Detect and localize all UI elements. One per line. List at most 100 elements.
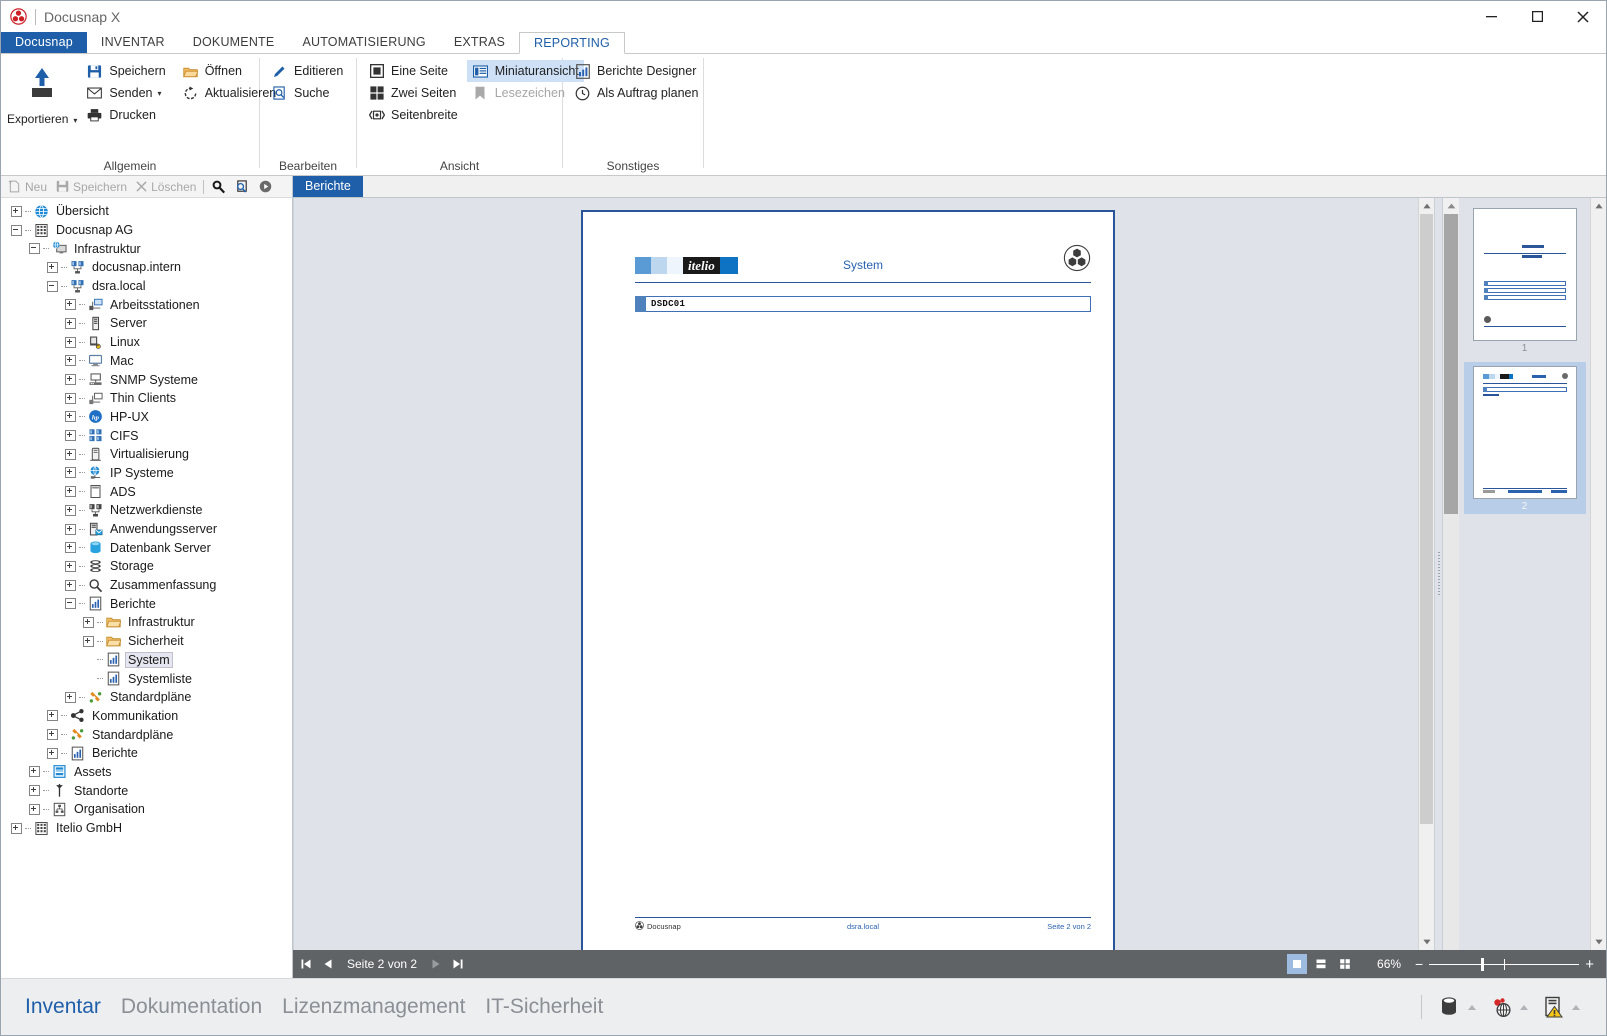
docusnap-logo-icon[interactable] [7,6,29,28]
navigation-tree[interactable]: Übersicht Docusnap AG Infrastruktur docusna… [1,198,292,950]
expand-plus-icon[interactable] [47,747,58,759]
expand-plus-icon[interactable] [29,785,40,797]
far-scroll-track[interactable] [1591,214,1606,934]
tree-node-zusammenfassung[interactable]: Zusammenfassung [1,576,292,595]
expand-plus-icon[interactable] [65,411,76,423]
discovery-network-caret-icon[interactable] [1520,1004,1528,1010]
last-page-icon[interactable] [447,953,469,975]
tree-node-storage[interactable]: Storage [1,557,292,576]
expand-plus-icon[interactable] [65,355,76,367]
tree-node-datenbank-server[interactable]: Datenbank Server [1,538,292,557]
expand-plus-icon[interactable] [65,336,76,348]
expand-plus-icon[interactable] [65,560,76,572]
far-scroll-up-arrow[interactable] [1591,198,1606,214]
database-status-icon[interactable] [1436,994,1462,1020]
ribbon-tab-extras[interactable]: EXTRAS [440,31,519,53]
tree-node-cifs[interactable]: CIFS [1,426,292,445]
tree-delete-button[interactable]: Löschen [131,177,200,197]
tree-node-snmp-systeme[interactable]: SNMP Systeme [1,370,292,389]
tree-node-docusnap-intern[interactable]: docusnap.intern [1,258,292,277]
far-scroll-down-arrow[interactable] [1591,934,1606,950]
ribbon-tab-dokumente[interactable]: DOKUMENTE [179,31,289,53]
thumbnail-scrollbar[interactable] [1443,198,1459,950]
viewer-scroll-down-arrow[interactable] [1419,934,1434,950]
next-page-icon[interactable] [425,953,447,975]
tree-node-netzwerkdienste[interactable]: Netzwerkdienste [1,501,292,520]
module-inventar[interactable]: Inventar [15,995,111,1019]
tree-node-server[interactable]: Server [1,314,292,333]
send-dropdown-caret[interactable]: ▾ [158,89,162,98]
module-dokumentation[interactable]: Dokumentation [111,995,272,1019]
collapse-minus-icon[interactable] [47,280,58,292]
tree-node-kommunikation[interactable]: Kommunikation [1,707,292,726]
expand-plus-icon[interactable] [65,467,76,479]
edit-button[interactable]: Editieren [266,60,348,82]
tree-node-itelio-gmbh[interactable]: Itelio GmbH [1,819,292,838]
tree-node-standardpl-ne[interactable]: Standardpläne [1,688,292,707]
expand-plus-icon[interactable] [11,205,22,217]
one-page-button[interactable]: Eine Seite [363,60,463,82]
tree-node-thin-clients[interactable]: Thin Clients [1,389,292,408]
expand-plus-icon[interactable] [65,523,76,535]
tree-node-standardpl-ne[interactable]: Standardpläne [1,725,292,744]
tree-node-dsra-local[interactable]: dsra.local [1,277,292,296]
tree-node-arbeitsstationen[interactable]: Arbeitsstationen [1,295,292,314]
tree-run-button[interactable] [254,177,277,197]
viewer-scroll-thumb[interactable] [1420,214,1433,824]
expand-plus-icon[interactable] [11,822,22,834]
tree-search-button[interactable] [207,177,230,197]
expand-plus-icon[interactable] [83,616,94,628]
tree-node-systemliste[interactable]: Systemliste [1,669,292,688]
prev-page-icon[interactable] [317,953,339,975]
expand-plus-icon[interactable] [65,486,76,498]
tree-find-button[interactable] [230,177,254,197]
expand-plus-icon[interactable] [65,504,76,516]
discovery-network-icon[interactable] [1488,994,1514,1020]
server-warning-icon[interactable] [1540,994,1566,1020]
zoom-in-button[interactable]: + [1585,956,1594,973]
export-button[interactable]: Exportieren ▾ [7,60,77,126]
ribbon-tab-inventar[interactable]: INVENTAR [87,31,179,53]
first-page-icon[interactable] [295,953,317,975]
send-button[interactable]: Senden ▾ [81,82,170,104]
viewer-scroll-track[interactable] [1419,214,1434,934]
ribbon-tab-reporting[interactable]: REPORTING [519,32,625,54]
single-page-mode-icon[interactable] [1287,954,1308,974]
close-button[interactable] [1560,1,1606,32]
expand-plus-icon[interactable] [83,635,94,647]
expand-plus-icon[interactable] [65,430,76,442]
multi-page-mode-icon[interactable] [1335,954,1355,974]
expand-plus-icon[interactable] [65,299,76,311]
database-status-caret-icon[interactable] [1468,1004,1476,1010]
tree-node-hp-ux[interactable]: hp HP-UX [1,408,292,427]
expand-plus-icon[interactable] [29,766,40,778]
tree-node-infrastruktur[interactable]: Infrastruktur [1,239,292,258]
expand-plus-icon[interactable] [47,710,58,722]
maximize-button[interactable] [1514,1,1560,32]
module-it-sicherheit[interactable]: IT-Sicherheit [475,995,613,1019]
tree-new-button[interactable]: Neu [3,177,51,197]
tree-save-button[interactable]: Speichern [51,177,131,197]
tree-node-bersicht[interactable]: Übersicht [1,202,292,221]
expand-plus-icon[interactable] [47,729,58,741]
zoom-out-button[interactable]: − [1415,956,1423,972]
expand-plus-icon[interactable] [65,392,76,404]
tree-node-sicherheit[interactable]: Sicherheit [1,632,292,651]
thumbnail-scroll-up-arrow[interactable] [1443,198,1459,214]
ribbon-tab-docusnap[interactable]: Docusnap [1,31,87,53]
tree-node-linux[interactable]: Linux [1,333,292,352]
pane-splitter[interactable] [1434,198,1442,950]
tree-node-system[interactable]: System [1,651,292,670]
collapse-minus-icon[interactable] [65,598,76,610]
document-tab-berichte[interactable]: Berichte [293,176,363,197]
thumbnail-panel-scrollbar[interactable] [1590,198,1606,950]
thumbnail-page-2[interactable]: 2 [1463,362,1586,514]
continuous-page-mode-icon[interactable] [1311,954,1331,974]
expand-plus-icon[interactable] [65,448,76,460]
search-button[interactable]: Suche [266,82,348,104]
minimize-button[interactable] [1468,1,1514,32]
page-width-button[interactable]: Seitenbreite [363,104,463,126]
tree-node-ip-systeme[interactable]: IP Systeme [1,464,292,483]
tree-node-infrastruktur[interactable]: Infrastruktur [1,613,292,632]
print-button[interactable]: Drucken [81,104,170,126]
